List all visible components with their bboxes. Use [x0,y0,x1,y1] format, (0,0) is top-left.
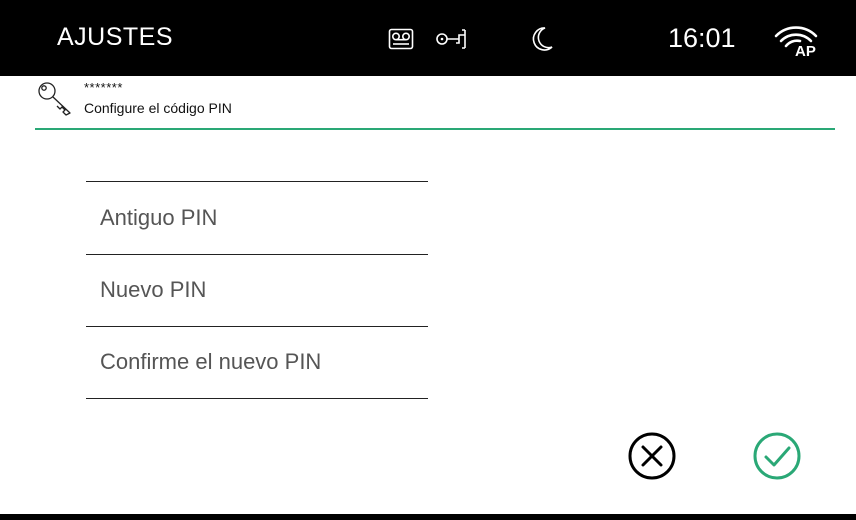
cancel-button[interactable] [627,431,677,481]
bottom-bar [0,514,856,520]
confirm-pin-field[interactable]: Confirme el nuevo PIN [86,327,428,397]
confirm-button[interactable] [752,431,802,481]
new-pin-label: Nuevo PIN [100,277,207,302]
night-mode-icon [532,27,553,51]
cancel-icon [628,432,676,480]
clock: 16:01 [668,23,736,53]
field-divider [86,181,428,182]
page-title: AJUSTES [57,23,174,51]
wifi-ap-icon: AP [774,26,818,58]
old-pin-label: Antiguo PIN [100,205,218,230]
top-status-bar: AJUSTES 16:01 AP [0,0,856,76]
door-key-icon [436,29,466,49]
new-pin-field[interactable]: Nuevo PIN [86,255,428,325]
old-pin-field[interactable]: Antiguo PIN [86,183,428,253]
header-divider [35,128,835,130]
confirm-icon [753,432,801,480]
confirm-pin-label: Confirme el nuevo PIN [100,349,322,374]
key-icon [38,82,71,116]
field-divider [86,398,428,399]
voicemail-icon [388,28,414,50]
pin-mask: ******* [84,80,123,95]
wifi-badge: AP [795,43,816,58]
pin-subtitle: Configure el código PIN [84,100,232,116]
